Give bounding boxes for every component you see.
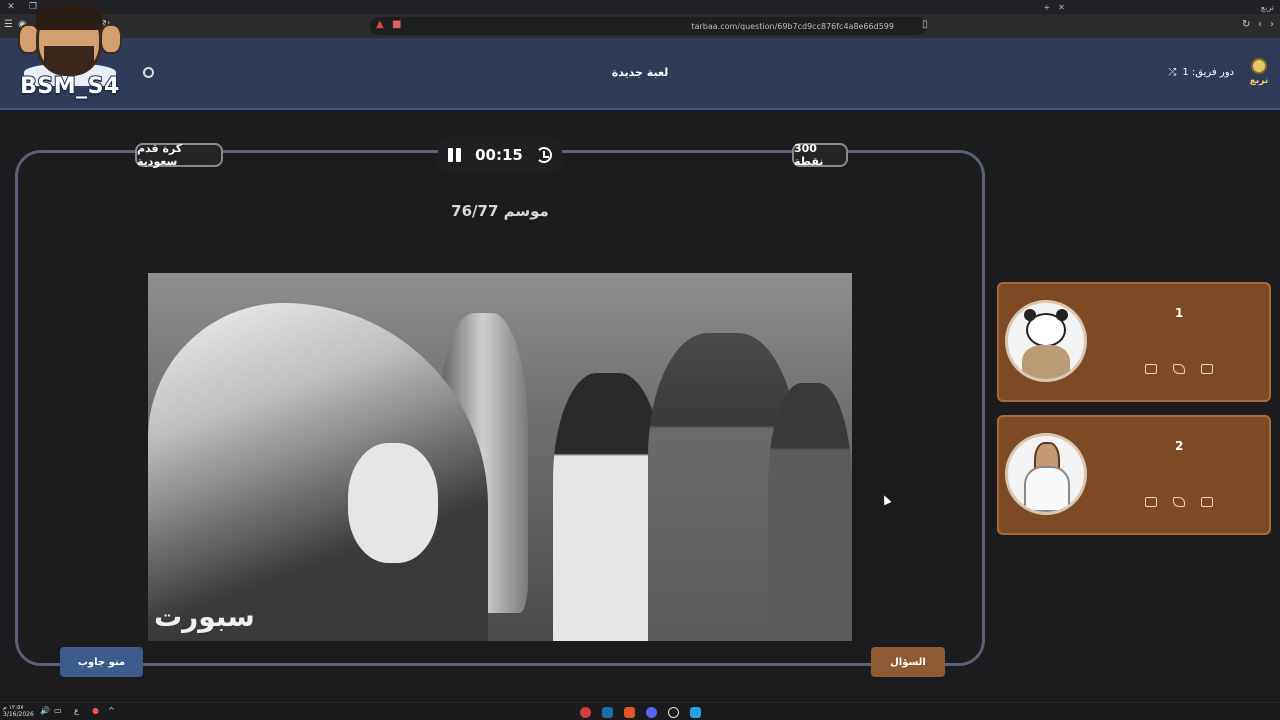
camera-off-icon[interactable] — [1145, 497, 1157, 507]
points-badge: 300 نقطة — [792, 142, 848, 168]
team-score: 2 — [1175, 439, 1184, 453]
brave-icon[interactable] — [624, 707, 635, 718]
obs-icon[interactable] — [580, 707, 591, 718]
app-header: لعبة جديدة ⤮ دور فريق: 1 تربع — [0, 38, 1280, 110]
network-icon[interactable]: ▭ — [54, 706, 62, 715]
refresh-icon[interactable]: ↻ — [1242, 19, 1250, 30]
who-answered-button[interactable]: منو جاوب — [60, 647, 143, 677]
search-icon[interactable] — [668, 707, 679, 718]
extension-icon[interactable]: ■ — [392, 19, 401, 30]
team-turn-indicator[interactable]: ⤮ دور فريق: 1 — [1168, 67, 1234, 78]
bookmark-icon[interactable]: ▯ — [922, 19, 928, 30]
horse-icon — [1005, 433, 1087, 515]
site-name: تربع — [1249, 76, 1269, 86]
streamer-name: BSM_S4 — [19, 73, 120, 100]
phone-icon[interactable] — [1173, 364, 1185, 374]
team-card-1: 1 — [997, 282, 1271, 402]
question-button[interactable]: السؤال — [871, 647, 945, 677]
streamer-logo: BSM_S4 — [8, 2, 132, 106]
url-bar[interactable]: tarbaa.com/question/69b7cd9cc876fc4a8e66… — [370, 17, 926, 35]
browser-address-bar: ☰ ◉ ↻ tarbaa.com/question/69b7cd9cc876fc… — [0, 14, 1280, 38]
panda-icon — [1005, 300, 1087, 382]
globe-icon[interactable] — [143, 67, 154, 78]
forward-icon[interactable]: › — [1270, 19, 1274, 30]
streamer-beard — [44, 46, 94, 76]
tray-chevron-icon[interactable]: ^ — [108, 706, 115, 715]
team-tools — [1145, 364, 1213, 374]
site-logo[interactable]: تربع — [1248, 58, 1270, 86]
image-watermark: سبورت — [154, 600, 256, 633]
language-indicator[interactable]: ع — [74, 706, 79, 715]
logo-icon — [1251, 58, 1267, 74]
split-icon[interactable] — [1201, 497, 1213, 507]
person-shape — [348, 443, 438, 563]
team-card-2: 2 — [997, 415, 1271, 535]
person-shape — [768, 383, 852, 641]
streamer-hair — [36, 4, 102, 30]
game-title: لعبة جديدة — [611, 66, 669, 79]
category-badge: كرة قدم سعودية — [135, 142, 223, 168]
question-text: موسم 76/77 — [451, 202, 549, 220]
taskbar: ١٢:٥٧ م 3/16/2026 🔊 ▭ ع ● ^ — [0, 702, 1280, 720]
team-tools — [1145, 497, 1213, 507]
new-tab-icon[interactable]: + — [1043, 3, 1050, 12]
shuffle-icon[interactable]: ⤮ — [1168, 67, 1176, 78]
discord-icon[interactable] — [646, 707, 657, 718]
url-text[interactable]: tarbaa.com/question/69b7cd9cc876fc4a8e66… — [691, 22, 894, 31]
windows-start-icon[interactable] — [690, 707, 701, 718]
streamer-hand-right — [100, 24, 122, 54]
person-shape — [148, 303, 488, 641]
close-tab-icon[interactable]: ✕ — [1058, 3, 1065, 12]
volume-icon[interactable]: 🔊 — [40, 706, 50, 715]
steam-icon[interactable] — [602, 707, 613, 718]
person-shape — [553, 373, 663, 641]
clock-date: 3/16/2026 — [3, 711, 34, 718]
browser-tab-title[interactable]: تربع — [1261, 3, 1274, 12]
reset-timer-icon[interactable] — [536, 147, 552, 163]
timer-value: 00:15 — [475, 146, 523, 164]
team-turn-label: دور فريق: 1 — [1182, 67, 1234, 78]
split-icon[interactable] — [1201, 364, 1213, 374]
camera-off-icon[interactable] — [1145, 364, 1157, 374]
back-icon[interactable]: ‹ — [1258, 19, 1262, 30]
clock-time: ١٢:٥٧ م — [3, 704, 24, 711]
question-image: سبورت — [148, 273, 852, 641]
timer: 00:15 — [438, 137, 562, 173]
pause-icon[interactable] — [448, 148, 462, 162]
phone-icon[interactable] — [1173, 497, 1185, 507]
browser-tab-bar: ✕ ❐ – + ✕ تربع — [0, 0, 1280, 14]
mic-icon[interactable]: ● — [92, 706, 99, 715]
brave-shield-icon[interactable]: ▲ — [376, 19, 384, 30]
taskbar-clock[interactable]: ١٢:٥٧ م 3/16/2026 — [3, 704, 34, 718]
team-score: 1 — [1175, 306, 1184, 320]
